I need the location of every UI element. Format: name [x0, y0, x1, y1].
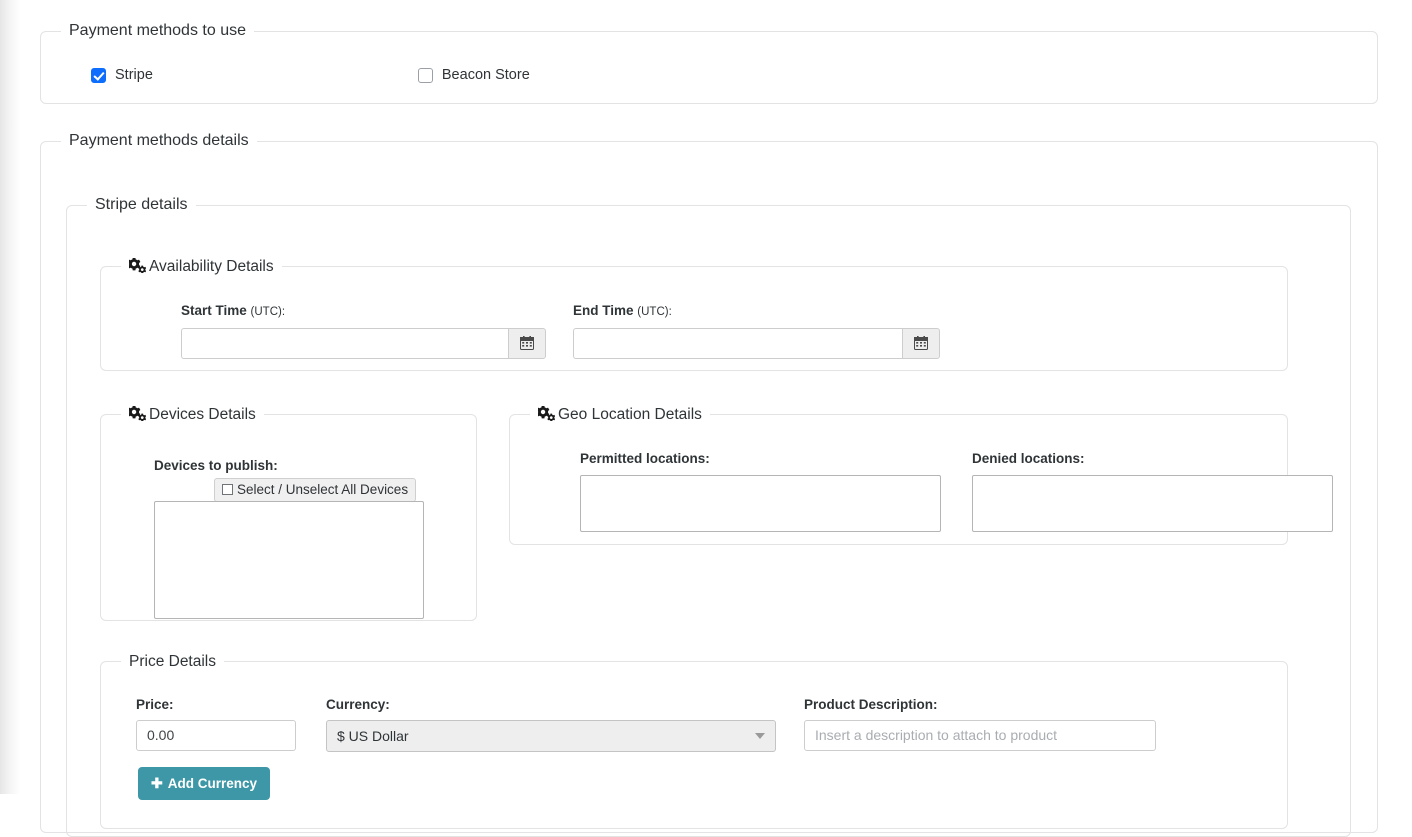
payment-methods-details-fieldset: Payment methods details Stripe details A… [40, 132, 1378, 837]
add-currency-button-label: Add Currency [167, 775, 258, 791]
select-all-devices-label: Select / Unselect All Devices [237, 482, 409, 497]
product-description-input[interactable] [804, 719, 1156, 751]
price-label: Price: [136, 696, 174, 712]
start-time-label-text: Start Time [181, 302, 247, 318]
permitted-locations-box[interactable] [580, 474, 941, 532]
end-time-calendar-button[interactable] [902, 327, 940, 359]
payment-methods-fieldset: Payment methods to use Stripe Beacon Sto… [40, 23, 1378, 104]
start-time-calendar-button[interactable] [508, 327, 546, 359]
payment-methods-legend: Payment methods to use [69, 22, 246, 39]
devices-details-legend-text: Devices Details [149, 406, 256, 423]
devices-details-fieldset: Devices Details Devices to publish: Sele… [100, 406, 477, 621]
plus-icon: ✚ [151, 775, 163, 791]
devices-to-publish-label: Devices to publish: [154, 457, 278, 473]
availability-details-legend-text: Availability Details [149, 258, 274, 275]
checkbox-item-stripe[interactable]: Stripe [91, 67, 153, 83]
cogs-icon [129, 258, 146, 273]
payment-configuration-form: Payment methods to use Stripe Beacon Sto… [0, 0, 1412, 837]
start-time-label-suffix: (UTC): [250, 305, 286, 318]
cogs-icon [538, 406, 555, 421]
price-input[interactable] [136, 719, 296, 751]
checkbox-label-beacon-store: Beacon Store [441, 67, 530, 83]
start-time-input-group [181, 327, 546, 359]
price-details-legend: Price Details [129, 653, 216, 670]
stripe-details-fieldset: Stripe details Availability Details Star… [66, 197, 1351, 837]
currency-selected-value: $ US Dollar [337, 727, 409, 744]
chevron-down-icon [755, 732, 765, 739]
geo-location-details-fieldset: Geo Location Details Permitted locations… [509, 406, 1333, 545]
start-time-input[interactable] [181, 327, 508, 359]
availability-details-legend: Availability Details [121, 258, 282, 275]
denied-locations-box[interactable] [972, 474, 1333, 532]
currency-select[interactable]: $ US Dollar [326, 719, 776, 752]
availability-details-fieldset: Availability Details Start Time (UTC): E… [100, 258, 1288, 371]
stripe-details-legend: Stripe details [95, 196, 188, 213]
devices-list-box[interactable] [154, 500, 424, 619]
end-time-label-text: End Time [573, 302, 634, 318]
select-all-devices-checkbox[interactable] [222, 484, 233, 495]
permitted-locations-label: Permitted locations: [580, 450, 710, 466]
end-time-label: End Time (UTC): [573, 303, 672, 318]
start-time-label: Start Time (UTC): [181, 303, 285, 318]
end-time-input[interactable] [573, 327, 902, 359]
cogs-icon [129, 406, 146, 421]
checkbox-beacon-store[interactable] [417, 67, 433, 83]
payment-methods-checkbox-row: Stripe Beacon Store [91, 67, 530, 83]
product-description-label: Product Description: [804, 696, 938, 712]
payment-methods-details-legend: Payment methods details [69, 132, 249, 149]
denied-locations-label: Denied locations: [972, 450, 1085, 466]
currency-label: Currency: [326, 696, 390, 712]
end-time-input-group [573, 327, 940, 359]
checkbox-stripe[interactable] [91, 67, 106, 83]
devices-details-legend: Devices Details [121, 406, 264, 423]
checkbox-label-stripe: Stripe [115, 67, 153, 83]
end-time-label-suffix: (UTC): [637, 305, 672, 318]
select-unselect-all-devices-button[interactable]: Select / Unselect All Devices [214, 477, 417, 502]
price-details-fieldset: Price Details Price: Currency: $ US Doll… [100, 654, 1288, 829]
checkbox-item-beacon-store[interactable]: Beacon Store [417, 67, 530, 83]
calendar-icon [914, 336, 928, 350]
calendar-icon [520, 336, 534, 350]
add-currency-button[interactable]: ✚ Add Currency [138, 766, 271, 800]
geo-location-details-legend-text: Geo Location Details [558, 406, 702, 423]
geo-location-details-legend: Geo Location Details [530, 406, 710, 423]
